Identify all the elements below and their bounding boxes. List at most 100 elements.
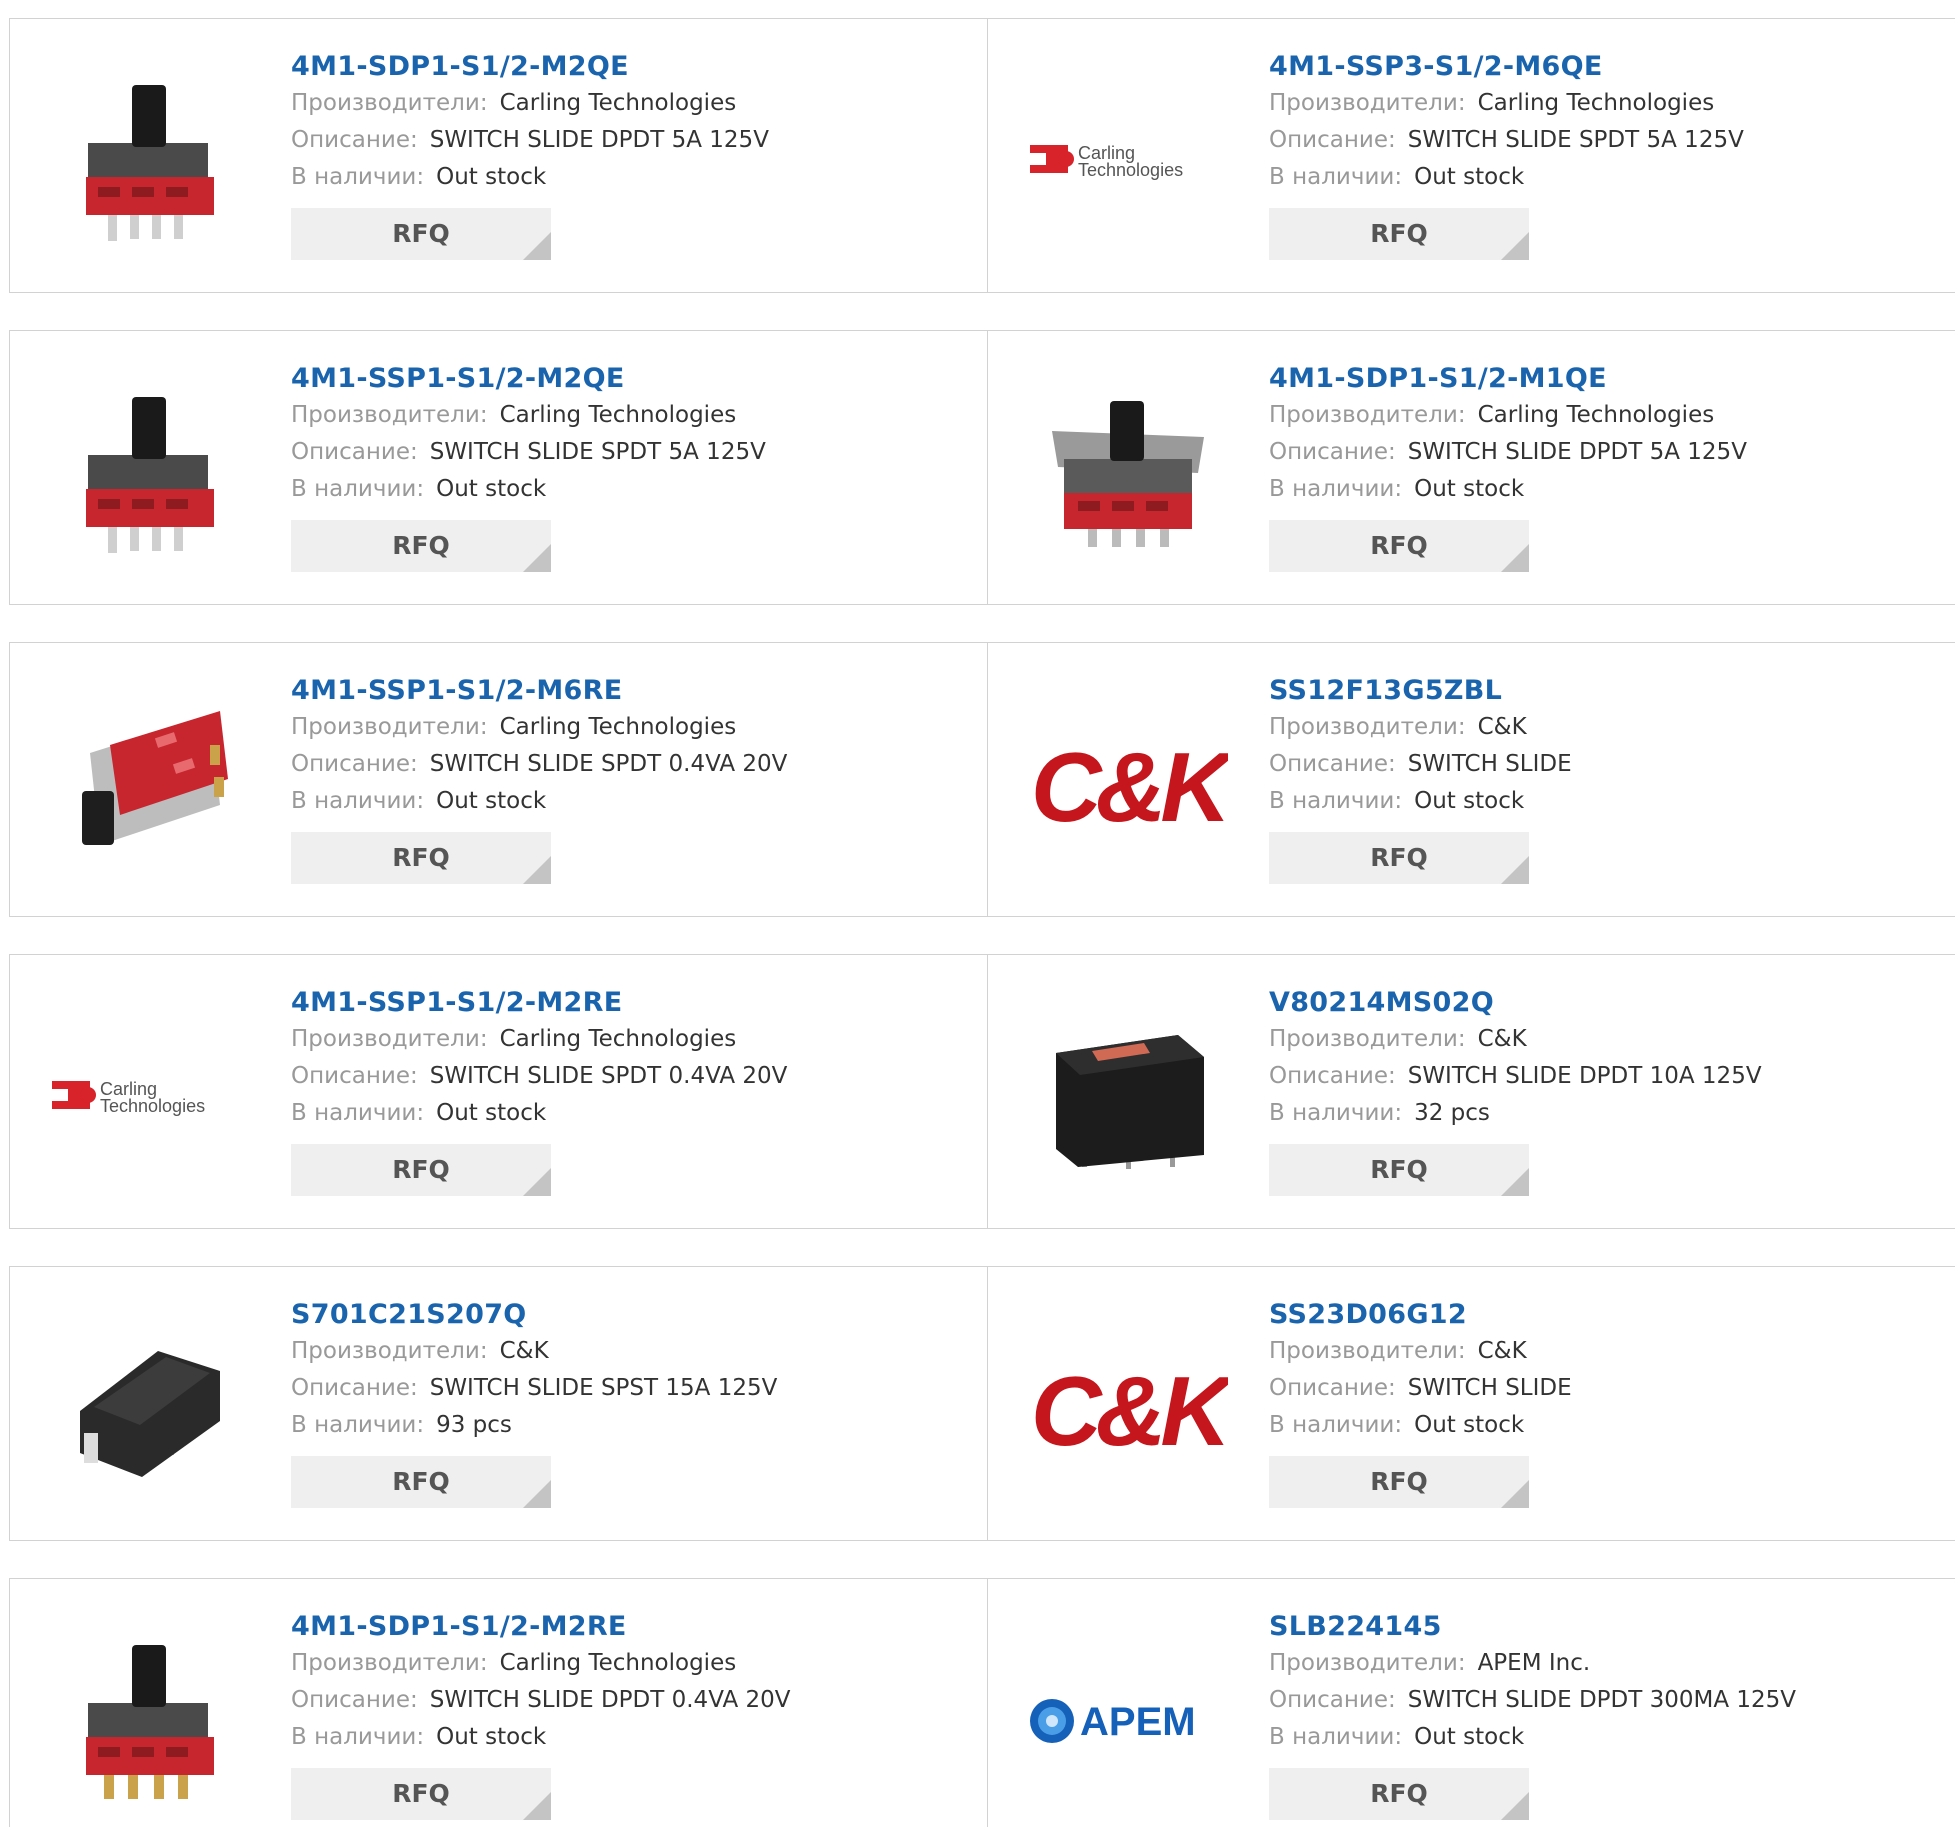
rocker-switch-photo[interactable]	[50, 1309, 250, 1509]
product-row: Carling Technologies 4M1-SSP1-S1/2-M2RE …	[9, 954, 1955, 1229]
stock-value: 32 pcs	[1414, 1100, 1490, 1126]
slide-switch-bracket-photo[interactable]	[1028, 373, 1228, 573]
slide-switch-photo[interactable]	[50, 61, 250, 261]
manufacturer-line: Производители: Carling Technologies	[291, 1021, 971, 1058]
ck-logo[interactable]: C&K	[1028, 1309, 1228, 1509]
manufacturer-label: Производители:	[1269, 1650, 1466, 1676]
stock-value: Out stock	[436, 1724, 547, 1750]
right-angle-switch-photo[interactable]	[50, 685, 250, 885]
product-part-link[interactable]: 4M1-SSP3-S1/2-M6QE	[1269, 49, 1949, 85]
product-part-link[interactable]: 4M1-SSP1-S1/2-M6RE	[291, 673, 971, 709]
stock-value: Out stock	[436, 1100, 547, 1126]
description-line: Описание: SWITCH SLIDE SPDT 0.4VA 20V	[291, 1058, 971, 1095]
stock-line: В наличии: Out stock	[1269, 159, 1949, 196]
rfq-label: RFQ	[1370, 219, 1428, 248]
description-line: Описание: SWITCH SLIDE	[1269, 746, 1949, 783]
product-info: 4M1-SDP1-S1/2-M2QE Производители: Carling…	[291, 49, 971, 260]
description-label: Описание:	[291, 1063, 418, 1089]
manufacturer-line: Производители: C&K	[1269, 1021, 1949, 1058]
rfq-button[interactable]: RFQ	[1269, 1456, 1529, 1508]
corner-fold-icon	[523, 1792, 551, 1820]
product-part-link[interactable]: S701C21S207Q	[291, 1297, 971, 1333]
product-part-link[interactable]: 4M1-SDP1-S1/2-M2QE	[291, 49, 971, 85]
description-label: Описание:	[291, 127, 418, 153]
product-part-link[interactable]: 4M1-SSP1-S1/2-M2QE	[291, 361, 971, 397]
stock-value: Out stock	[1414, 164, 1525, 190]
stock-line: В наличии: Out stock	[291, 783, 971, 820]
apem-logo[interactable]: APEM	[1028, 1621, 1228, 1821]
description-line: Описание: SWITCH SLIDE DPDT 0.4VA 20V	[291, 1682, 971, 1719]
stock-label: В наличии:	[291, 1412, 425, 1438]
product-part-link[interactable]: 4M1-SSP1-S1/2-M2RE	[291, 985, 971, 1021]
rfq-label: RFQ	[392, 843, 450, 872]
product-card: 4M1-SDP1-S1/2-M2RE Производители: Carling…	[10, 1579, 987, 1827]
rfq-button[interactable]: RFQ	[1269, 832, 1529, 884]
product-part-link[interactable]: 4M1-SDP1-S1/2-M1QE	[1269, 361, 1949, 397]
product-row: 4M1-SDP1-S1/2-M2RE Производители: Carling…	[9, 1578, 1955, 1827]
manufacturer-value: Carling Technologies	[1477, 90, 1715, 116]
product-card: APEM SLB224145 Производители: APEM Inc. О…	[988, 1579, 1955, 1827]
carling-logo[interactable]: Carling Technologies	[50, 997, 250, 1197]
manufacturer-line: Производители: Carling Technologies	[1269, 397, 1949, 434]
rfq-label: RFQ	[392, 1779, 450, 1808]
ck-logo[interactable]: C&K	[1028, 685, 1228, 885]
rfq-button[interactable]: RFQ	[291, 832, 551, 884]
svg-text:APEM: APEM	[1080, 1700, 1196, 1744]
corner-fold-icon	[1501, 1792, 1529, 1820]
slide-switch-gold-photo[interactable]	[50, 1621, 250, 1821]
rfq-button[interactable]: RFQ	[291, 520, 551, 572]
description-value: SWITCH SLIDE SPDT 5A 125V	[429, 439, 766, 465]
description-value: SWITCH SLIDE	[1407, 751, 1572, 777]
description-label: Описание:	[1269, 1375, 1396, 1401]
description-value: SWITCH SLIDE SPDT 5A 125V	[1407, 127, 1744, 153]
rfq-button[interactable]: RFQ	[1269, 208, 1529, 260]
manufacturer-line: Производители: Carling Technologies	[291, 1645, 971, 1682]
rfq-label: RFQ	[392, 1467, 450, 1496]
manufacturer-value: APEM Inc.	[1477, 1650, 1591, 1676]
rfq-button[interactable]: RFQ	[291, 1768, 551, 1820]
description-line: Описание: SWITCH SLIDE SPDT 5A 125V	[291, 434, 971, 471]
description-label: Описание:	[291, 439, 418, 465]
stock-label: В наличии:	[1269, 788, 1403, 814]
manufacturer-label: Производители:	[291, 1026, 488, 1052]
product-part-link[interactable]: SS12F13G5ZBL	[1269, 673, 1949, 709]
description-line: Описание: SWITCH SLIDE DPDT 300MA 125V	[1269, 1682, 1949, 1719]
corner-fold-icon	[1501, 1168, 1529, 1196]
rfq-button[interactable]: RFQ	[1269, 520, 1529, 572]
rfq-button[interactable]: RFQ	[1269, 1144, 1529, 1196]
stock-label: В наличии:	[1269, 1100, 1403, 1126]
product-part-link[interactable]: SS23D06G12	[1269, 1297, 1949, 1333]
stock-label: В наличии:	[291, 164, 425, 190]
slide-switch-photo[interactable]	[50, 373, 250, 573]
description-value: SWITCH SLIDE DPDT 10A 125V	[1407, 1063, 1762, 1089]
rfq-button[interactable]: RFQ	[291, 208, 551, 260]
rfq-button[interactable]: RFQ	[1269, 1768, 1529, 1820]
manufacturer-line: Производители: Carling Technologies	[291, 397, 971, 434]
description-label: Описание:	[1269, 751, 1396, 777]
carling-logo[interactable]: Carling Technologies	[1028, 61, 1228, 261]
corner-fold-icon	[523, 232, 551, 260]
description-label: Описание:	[1269, 127, 1396, 153]
product-info: SLB224145 Производители: APEM Inc. Описан…	[1269, 1609, 1949, 1820]
stock-label: В наличии:	[291, 1100, 425, 1126]
product-info: S701C21S207Q Производители: C&K Описание:…	[291, 1297, 971, 1508]
svg-text:Technologies: Technologies	[100, 1096, 205, 1116]
product-part-link[interactable]: V80214MS02Q	[1269, 985, 1949, 1021]
manufacturer-value: C&K	[1477, 1026, 1527, 1052]
manufacturer-value: C&K	[1477, 1338, 1527, 1364]
description-value: SWITCH SLIDE DPDT 5A 125V	[1407, 439, 1747, 465]
stock-value: Out stock	[436, 788, 547, 814]
stock-value: Out stock	[1414, 788, 1525, 814]
product-part-link[interactable]: 4M1-SDP1-S1/2-M2RE	[291, 1609, 971, 1645]
description-value: SWITCH SLIDE SPDT 0.4VA 20V	[429, 751, 788, 777]
rfq-button[interactable]: RFQ	[291, 1144, 551, 1196]
description-line: Описание: SWITCH SLIDE SPST 15A 125V	[291, 1370, 971, 1407]
black-block-switch-photo[interactable]	[1028, 997, 1228, 1197]
product-info: 4M1-SSP1-S1/2-M2QE Производители: Carling…	[291, 361, 971, 572]
product-part-link[interactable]: SLB224145	[1269, 1609, 1949, 1645]
rfq-button[interactable]: RFQ	[291, 1456, 551, 1508]
description-value: SWITCH SLIDE DPDT 0.4VA 20V	[429, 1687, 791, 1713]
description-line: Описание: SWITCH SLIDE SPDT 5A 125V	[1269, 122, 1949, 159]
corner-fold-icon	[1501, 232, 1529, 260]
manufacturer-line: Производители: Carling Technologies	[1269, 85, 1949, 122]
